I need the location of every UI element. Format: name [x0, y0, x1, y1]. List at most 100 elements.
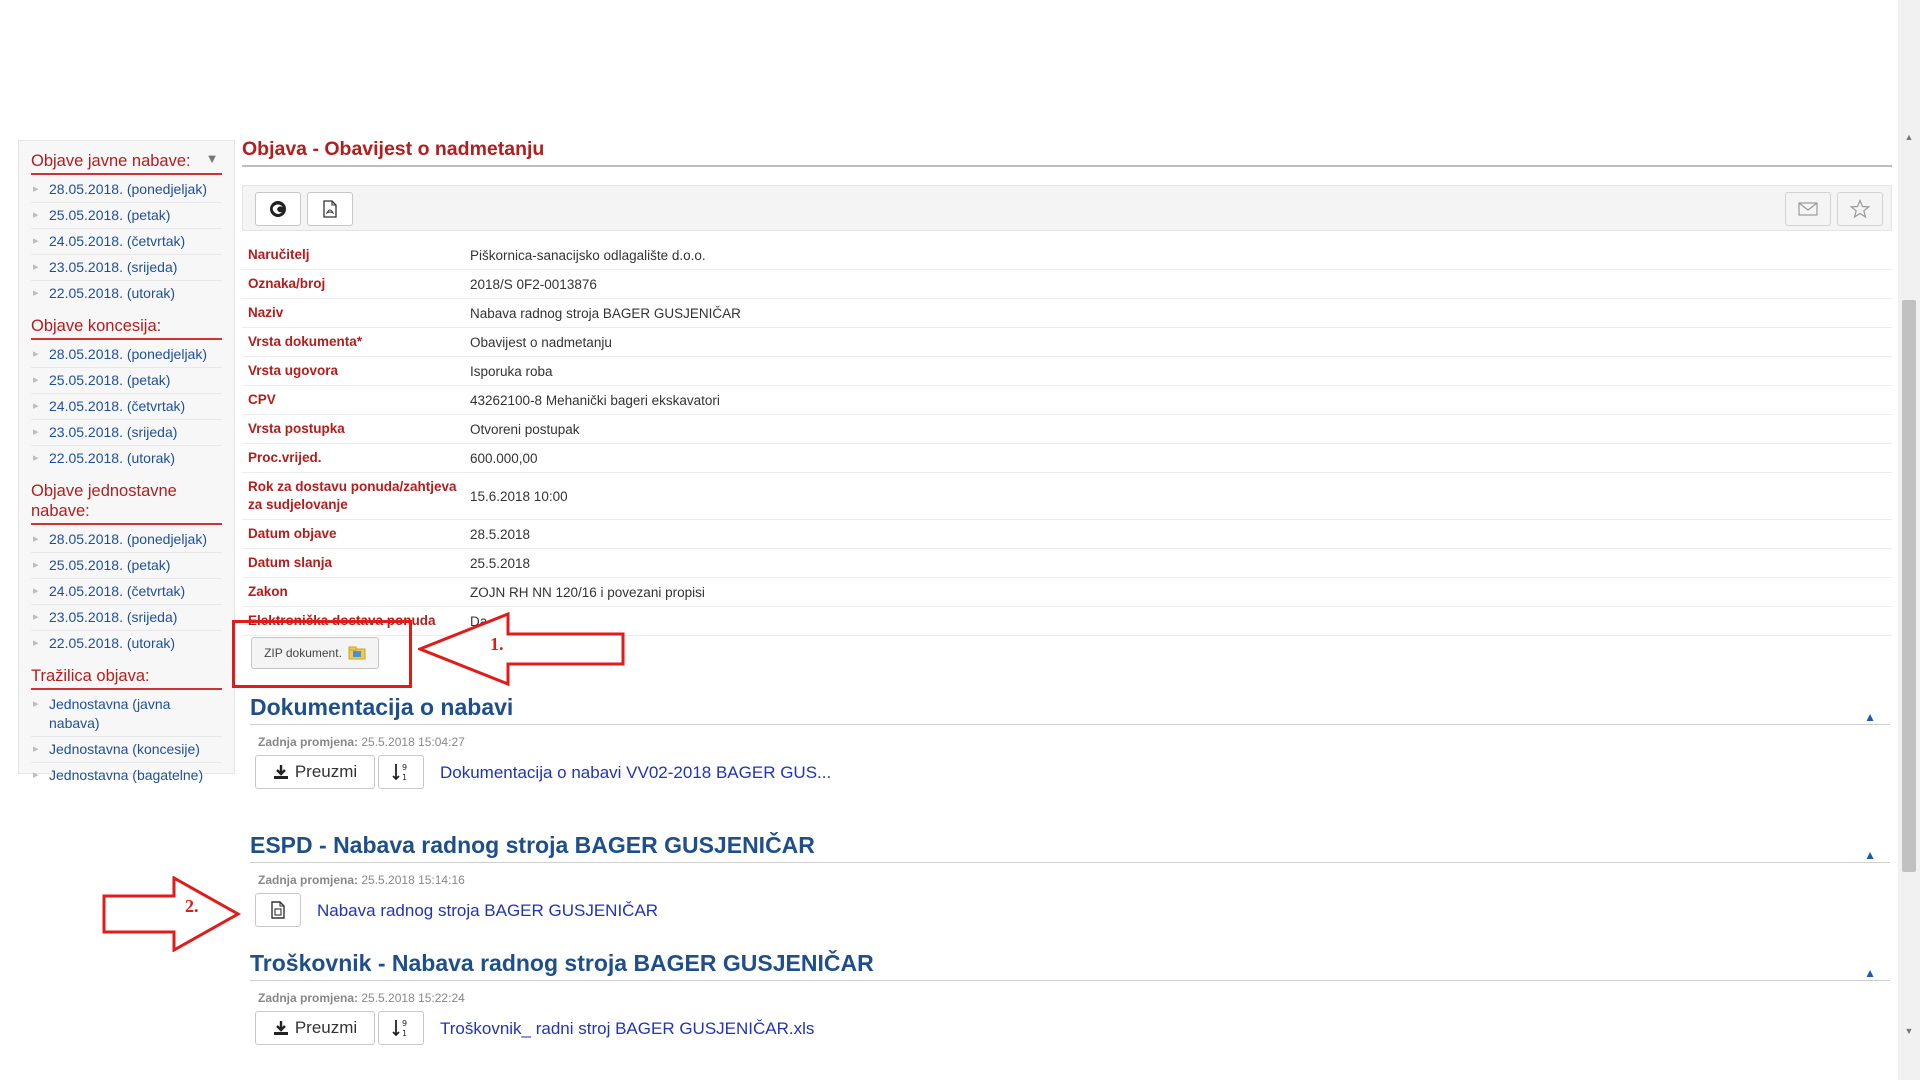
vertical-scrollbar[interactable]: ▲ ▼ [1898, 0, 1920, 1080]
detail-row: Datum slanja 25.5.2018 [242, 548, 1892, 578]
sidebar-item[interactable]: ▸ 23.05.2018. (srijeda) [31, 420, 222, 446]
bullet-icon: ▸ [33, 533, 39, 545]
collapse-caret-icon[interactable]: ▲ [1864, 840, 1876, 870]
toolbar [242, 185, 1892, 231]
detail-value: 15.6.2018 10:00 [464, 472, 1892, 520]
sidebar-item[interactable]: ▸ 23.05.2018. (srijeda) [31, 255, 222, 281]
sidebar-item[interactable]: ▸ 24.05.2018. (četvrtak) [31, 229, 222, 255]
section-espd: ESPD - Nabava radnog stroja BAGER GUSJEN… [250, 830, 1890, 929]
bullet-icon: ▸ [33, 183, 39, 195]
annotation-arrow-right [102, 876, 242, 952]
annotation-box-1: ZIP dokument. [232, 620, 412, 688]
collapse-caret-icon[interactable]: ▲ [1864, 702, 1876, 732]
sidebar-item[interactable]: ▸ Jednostavna (javna nabava) [31, 692, 222, 737]
sidebar-item[interactable]: ▸ 28.05.2018. (ponedjeljak) [31, 342, 222, 368]
last-change: Zadnja promjena: 25.5.2018 15:04:27 [258, 735, 465, 749]
detail-value: 25.5.2018 [464, 548, 1892, 578]
bullet-icon: ▸ [33, 287, 39, 299]
section-dokumentacija: Dokumentacija o nabavi ▲ Zadnja promjena… [250, 692, 1890, 791]
sort-button[interactable]: 9 1 [378, 755, 424, 789]
sidebar-item[interactable]: ▸ 24.05.2018. (četvrtak) [31, 394, 222, 420]
section-troskovnik: Troškovnik - Nabava radnog stroja BAGER … [250, 948, 1890, 1047]
detail-label: CPV [242, 385, 464, 415]
scroll-up-icon[interactable]: ▲ [1898, 128, 1920, 146]
collapse-caret-icon[interactable]: ▲ [1864, 958, 1876, 988]
sidebar-list-koncesije: ▸ 28.05.2018. (ponedjeljak) ▸ 25.05.2018. … [19, 342, 234, 471]
bullet-icon: ▸ [33, 209, 39, 221]
detail-row: Zakon ZOJN RH NN 120/16 i povezani propis… [242, 577, 1892, 607]
sort-button[interactable]: 9 1 [378, 1011, 424, 1045]
document-link[interactable]: Troškovnik_ radni stroj BAGER GUSJENIČAR… [440, 1019, 814, 1039]
document-link[interactable]: Nabava radnog stroja BAGER GUSJENIČAR [317, 901, 658, 921]
document-link[interactable]: Dokumentacija o nabavi VV02-2018 BAGER G… [440, 763, 831, 783]
section-title: Dokumentacija o nabavi ▲ [250, 692, 1890, 725]
download-button[interactable]: Preuzmi [255, 755, 375, 789]
svg-text:9: 9 [402, 763, 407, 772]
bullet-icon: ▸ [33, 348, 39, 360]
zip-download-button[interactable]: ZIP dokument. [251, 637, 379, 669]
annotation-label-2: 2. [185, 896, 199, 916]
sidebar-list-javne-nabave: ▸ 28.05.2018. (ponedjeljak) ▸ 25.05.2018. … [19, 177, 234, 306]
detail-label: Naručitelj [242, 241, 464, 270]
last-change: Zadnja promjena: 25.5.2018 15:14:16 [258, 873, 465, 887]
bullet-icon: ▸ [33, 769, 39, 781]
sidebar-heading-jednostavne-nabave: Objave jednostavne nabave: [31, 479, 222, 525]
sidebar-item[interactable]: ▸ 25.05.2018. (petak) [31, 203, 222, 229]
bullet-icon: ▸ [33, 637, 39, 649]
download-icon [273, 1021, 288, 1035]
pdf-icon [323, 200, 337, 218]
detail-label: Naziv [242, 298, 464, 328]
sidebar-item[interactable]: ▸ 28.05.2018. (ponedjeljak) [31, 527, 222, 553]
detail-row: Oznaka/broj 2018/S 0F2-0013876 [242, 269, 1892, 299]
sort-numeric-icon: 9 1 [392, 763, 407, 782]
document-row: Preuzmi 9 1 Dokumentacija o nabavi VV02-… [250, 755, 1890, 791]
sidebar-item[interactable]: ▸ Jednostavna (koncesije) [31, 737, 222, 763]
sidebar: Objave javne nabave: ▼ ▸ 28.05.2018. (pon… [18, 140, 235, 783]
detail-label: Zakon [242, 577, 464, 607]
collapse-toggle-icon[interactable]: ▼ [202, 149, 222, 169]
scrollbar-thumb[interactable] [1902, 300, 1916, 872]
bullet-icon: ▸ [33, 374, 39, 386]
detail-row: Naziv Nabava radnog stroja BAGER GUSJENIČ… [242, 298, 1892, 328]
detail-label: Vrsta postupka [242, 414, 464, 444]
sidebar-item[interactable]: ▸ 25.05.2018. (petak) [31, 553, 222, 579]
espd-file-button[interactable] [255, 893, 301, 927]
sort-numeric-icon: 9 1 [392, 1019, 407, 1038]
sidebar-item[interactable]: ▸ 28.05.2018. (ponedjeljak) [31, 177, 222, 203]
last-change: Zadnja promjena: 25.5.2018 15:22:24 [258, 991, 465, 1005]
document-row: Preuzmi 9 1 Troškovnik_ radni stroj BAGE… [250, 1011, 1890, 1047]
firefox-icon [270, 201, 286, 217]
email-button[interactable] [1785, 192, 1831, 226]
zip-folder-icon [348, 646, 366, 660]
detail-row: CPV 43262100-8 Mehanički bageri ekskavato… [242, 385, 1892, 415]
scroll-down-icon[interactable]: ▼ [1898, 1022, 1920, 1040]
detail-label: Datum slanja [242, 548, 464, 578]
sidebar-item[interactable]: ▸ 22.05.2018. (utorak) [31, 631, 222, 656]
detail-value: Da [464, 606, 1892, 636]
sidebar-item[interactable]: ▸ 23.05.2018. (srijeda) [31, 605, 222, 631]
bullet-icon: ▸ [33, 611, 39, 623]
sidebar-item[interactable]: ▸ 24.05.2018. (četvrtak) [31, 579, 222, 605]
favorite-button[interactable] [1837, 192, 1883, 226]
sidebar-item[interactable]: ▸ Jednostavna (bagatelne) [31, 763, 222, 788]
detail-value: Otvoreni postupak [464, 414, 1892, 444]
sidebar-item[interactable]: ▸ 22.05.2018. (utorak) [31, 281, 222, 306]
annotation-label-1: 1. [490, 634, 504, 654]
pdf-button[interactable] [307, 192, 353, 226]
detail-value: 2018/S 0F2-0013876 [464, 269, 1892, 299]
detail-label: Datum objave [242, 519, 464, 549]
detail-row: Rok za dostavu ponuda/zahtjeva za sudjel… [242, 472, 1892, 520]
detail-label: Vrsta ugovora [242, 356, 464, 386]
sidebar-item[interactable]: ▸ 22.05.2018. (utorak) [31, 446, 222, 471]
detail-row: Proc.vrijed. 600.000,00 [242, 443, 1892, 473]
section-title: Troškovnik - Nabava radnog stroja BAGER … [250, 948, 1890, 981]
firefox-button[interactable] [255, 192, 301, 226]
bullet-icon: ▸ [33, 400, 39, 412]
sidebar-item[interactable]: ▸ 25.05.2018. (petak) [31, 368, 222, 394]
bullet-icon: ▸ [33, 743, 39, 755]
detail-row: Datum objave 28.5.2018 [242, 519, 1892, 549]
download-button[interactable]: Preuzmi [255, 1011, 375, 1045]
page-title: Objava - Obavijest o nadmetanju [242, 130, 1892, 167]
annotation-arrow-left [418, 612, 625, 686]
document-row: Nabava radnog stroja BAGER GUSJENIČAR [250, 893, 1890, 929]
